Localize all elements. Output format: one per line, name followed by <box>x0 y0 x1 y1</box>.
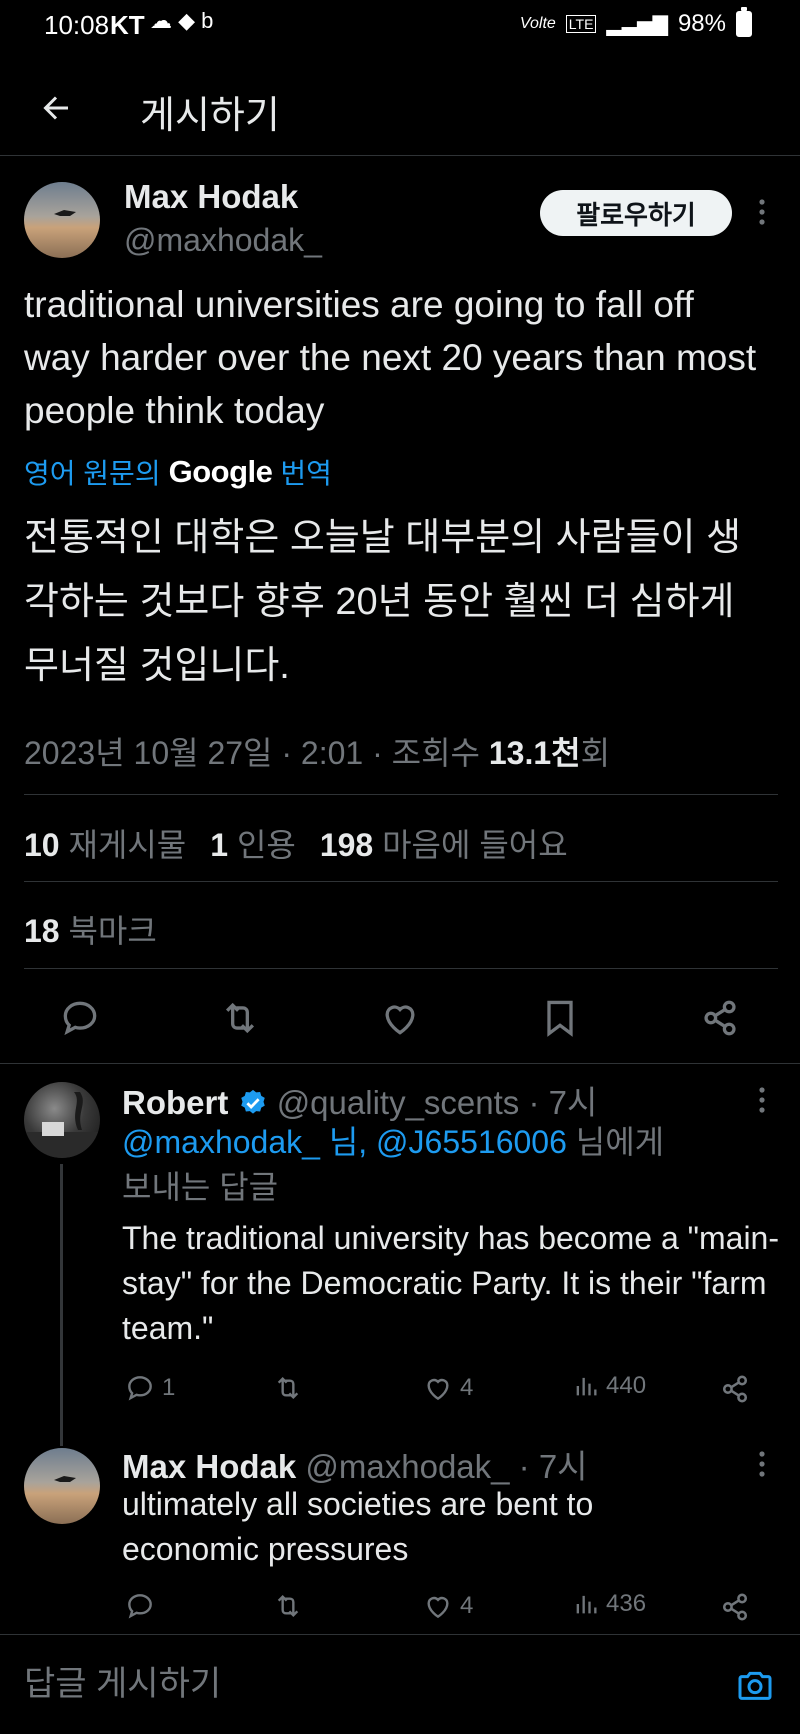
avatar[interactable] <box>24 1448 100 1524</box>
replying-to-label: 보내는 답글 <box>122 1169 279 1205</box>
tweet-action-bar <box>0 984 800 1064</box>
reply-like-button[interactable]: 4 <box>422 1590 473 1622</box>
engagement-stats: 10 재게시물 1 인용 198 마음에 들어요 <box>24 820 568 866</box>
reposts-label: 재게시물 <box>68 827 187 863</box>
signal-icon: ▂▃▅▇ <box>606 13 668 36</box>
status-bar: 10:08 KT ☁ ◆ b Volte LTE ▂▃▅▇ 98% <box>0 0 800 52</box>
reply-text: The traditional university has become a … <box>122 1220 779 1346</box>
reply-input[interactable] <box>24 1665 624 1704</box>
avatar[interactable] <box>24 182 100 258</box>
avatar-figure <box>54 210 76 216</box>
reply-author-name[interactable]: Max Hodak <box>122 1448 296 1485</box>
thread-line <box>60 1164 63 1446</box>
reply-views-button[interactable]: 440 <box>572 1372 646 1400</box>
more-icon[interactable] <box>752 196 772 228</box>
reply-mentions-suffix: 님에게 <box>575 1124 665 1160</box>
translate-prefix: 영어 원문의 <box>24 458 161 489</box>
camera-icon[interactable] <box>734 1665 776 1705</box>
replying-to: @maxhodak_ 님, @J65516006 님에게 보내는 답글 <box>122 1120 772 1210</box>
more-icon[interactable] <box>752 1084 772 1116</box>
retweet-icon <box>277 1594 299 1618</box>
likes-stat[interactable]: 198 마음에 들어요 <box>320 820 568 866</box>
share-icon[interactable] <box>698 996 742 1040</box>
reply-retweet-button[interactable] <box>272 1590 304 1622</box>
reply-views-button[interactable]: 436 <box>572 1590 646 1618</box>
author-handle[interactable]: @maxhodak_ <box>124 222 322 259</box>
likes-label: 마음에 들어요 <box>382 827 568 863</box>
view-suffix: 회 <box>580 735 611 771</box>
status-time: 10:08 <box>44 10 110 40</box>
volte-icon: Volte <box>519 15 556 32</box>
reply-compose-bar <box>0 1634 800 1734</box>
retweet-icon <box>277 1376 299 1400</box>
bookmarks-label: 북마크 <box>68 913 157 949</box>
reply-author-handle[interactable]: @maxhodak_ <box>305 1448 509 1485</box>
reposts-stat[interactable]: 10 재게시물 <box>24 820 186 866</box>
quotes-count: 1 <box>210 827 229 863</box>
like-icon[interactable] <box>378 996 422 1040</box>
reply-header: Max Hodak @maxhodak_ · 7시 <box>122 1440 588 1488</box>
avatar[interactable] <box>24 1082 100 1158</box>
reply-reply-button[interactable]: 1 <box>124 1372 175 1404</box>
status-network: LTE <box>565 15 597 33</box>
reply-time: · 7시 <box>518 1448 588 1485</box>
share-icon[interactable] <box>718 1590 752 1624</box>
tweet-date: 2023년 10월 27일 · 2:01 · 조회수 <box>24 735 489 771</box>
status-notification-icons: ☁ ◆ b <box>150 8 214 33</box>
views-icon <box>576 1595 597 1614</box>
like-icon <box>427 1596 449 1619</box>
status-right: Volte LTE ▂▃▅▇ 98% <box>519 7 752 38</box>
divider <box>24 794 778 795</box>
retweet-icon[interactable] <box>218 996 262 1040</box>
like-icon <box>427 1378 449 1401</box>
reply-count: 1 <box>162 1374 176 1401</box>
share-icon[interactable] <box>718 1372 752 1406</box>
avatar-figure <box>54 1476 76 1482</box>
bookmarks-count: 18 <box>24 913 60 949</box>
reply-header: Robert @quality_scents · 7시 <box>122 1076 597 1124</box>
bookmarks-stat[interactable]: 18 북마크 <box>24 906 157 952</box>
views-icon <box>576 1377 597 1396</box>
page-title: 게시하기 <box>140 95 280 137</box>
more-icon[interactable] <box>752 1448 772 1480</box>
verified-icon <box>240 1089 265 1114</box>
reply-author-handle[interactable]: @quality_scents <box>277 1084 520 1121</box>
like-count: 4 <box>460 1592 474 1619</box>
back-arrow-icon[interactable] <box>38 90 74 126</box>
reply-icon <box>128 1594 152 1619</box>
reposts-count: 10 <box>24 827 60 863</box>
bookmark-icon[interactable] <box>538 996 582 1040</box>
avatar-landscape <box>24 1092 100 1158</box>
status-battery: 98% <box>677 10 726 37</box>
likes-count: 198 <box>319 827 374 863</box>
reply-mentions[interactable]: @maxhodak_ 님, @J65516006 <box>122 1124 567 1160</box>
author-name[interactable]: Max Hodak <box>124 178 298 216</box>
translate-suffix: 번역 <box>280 458 332 489</box>
battery-icon <box>736 7 752 37</box>
reply-icon[interactable] <box>58 996 102 1040</box>
reply-time: · 7시 <box>528 1084 598 1121</box>
tweet-text: traditional universities are going to fa… <box>24 284 757 431</box>
reply-like-button[interactable]: 4 <box>422 1372 473 1404</box>
reply-text: ultimately all societies are bent to eco… <box>122 1486 594 1567</box>
divider <box>24 968 778 969</box>
view-count: 440 <box>606 1372 647 1399</box>
reply-author-name[interactable]: Robert <box>122 1084 228 1121</box>
tweet-meta: 2023년 10월 27일 · 2:01 · 조회수 13.1천회 <box>24 728 610 774</box>
divider <box>24 881 778 882</box>
top-header: 게시하기 <box>0 60 800 156</box>
status-carrier: KT <box>110 10 145 40</box>
reply-icon <box>128 1376 152 1401</box>
translated-text: 전통적인 대학은 오늘날 대부분의 사람들이 생각하는 것보다 향후 20년 동… <box>24 517 742 687</box>
quotes-label: 인용 <box>236 827 296 863</box>
follow-button[interactable]: 팔로우하기 <box>540 190 732 236</box>
view-count: 436 <box>606 1590 647 1617</box>
view-count: 13.1천 <box>488 735 581 771</box>
reply-retweet-button[interactable] <box>272 1372 304 1404</box>
quotes-stat[interactable]: 1 인용 <box>210 820 296 866</box>
like-count: 4 <box>460 1374 474 1401</box>
google-logo: Google <box>168 454 273 489</box>
reply-reply-button[interactable] <box>124 1590 156 1622</box>
translation-attribution[interactable]: 영어 원문의 Google 번역 <box>24 452 332 492</box>
